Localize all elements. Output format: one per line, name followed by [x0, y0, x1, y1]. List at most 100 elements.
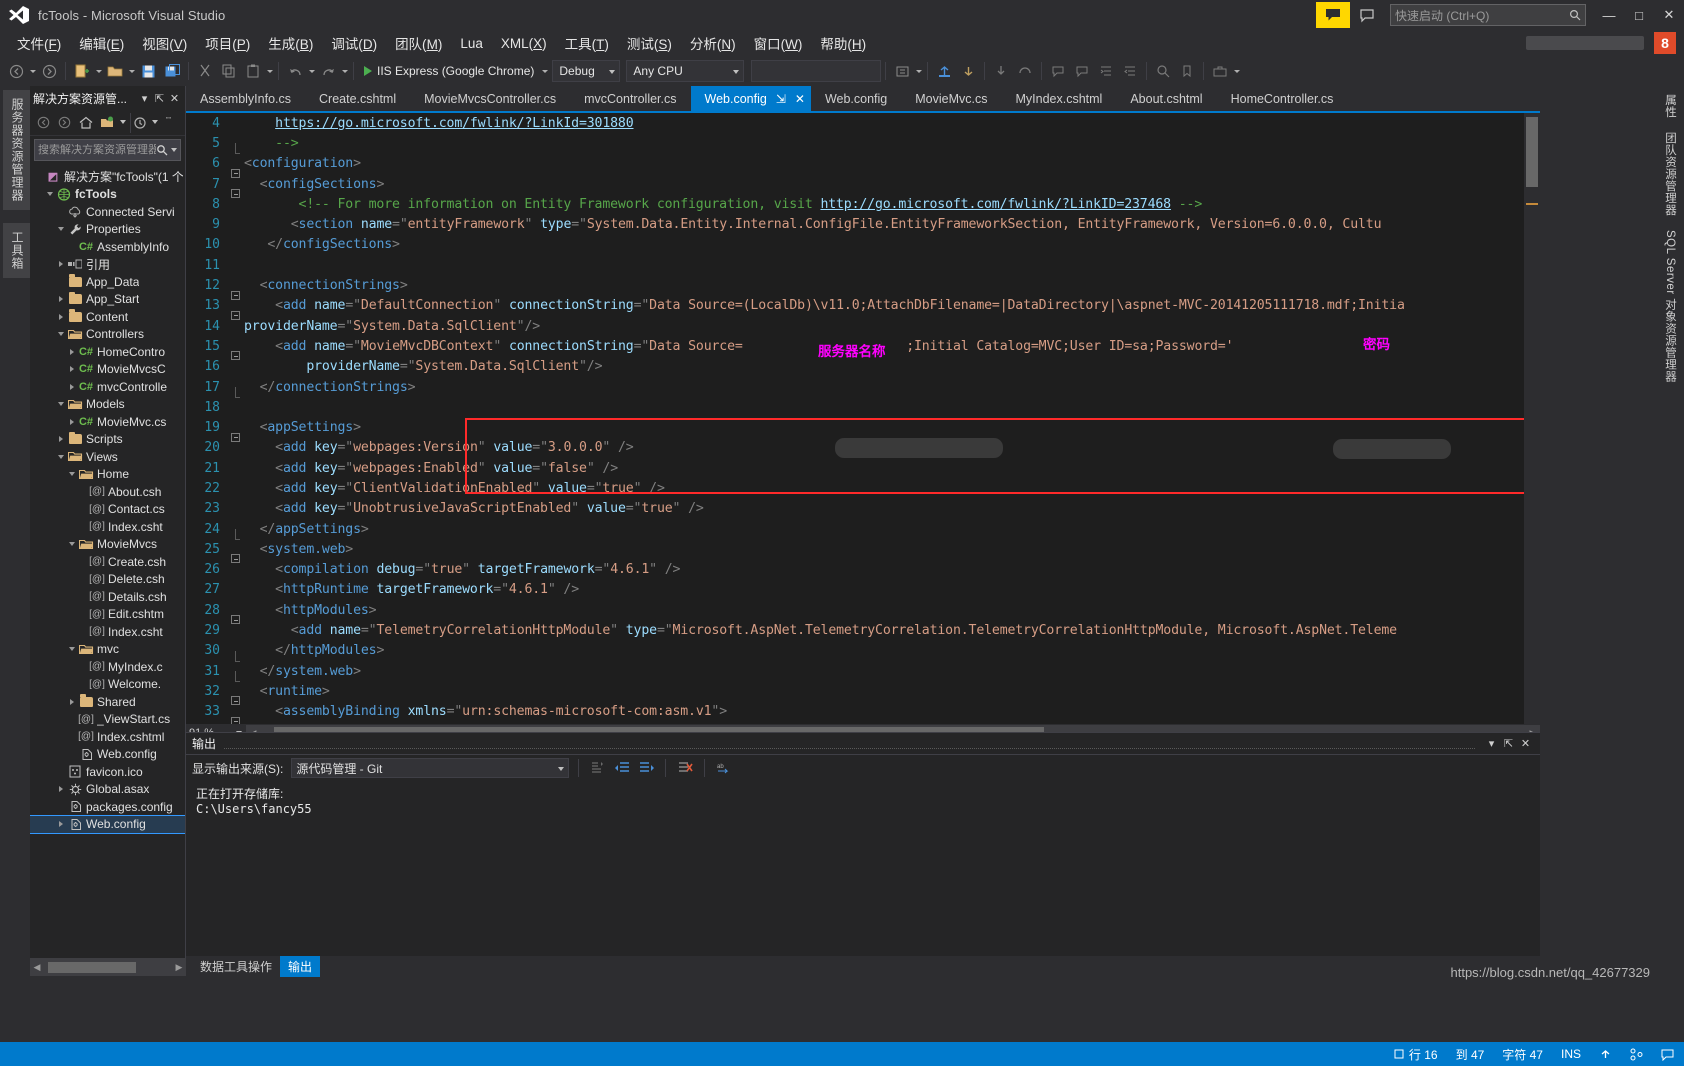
code-line[interactable]: 7 <configSections> [186, 174, 1524, 199]
pending-changes-dropdown-icon[interactable] [151, 113, 160, 133]
menu-item-13[interactable]: 帮助(H) [811, 30, 875, 56]
tree-expander-icon[interactable] [55, 332, 67, 336]
tree-node-26[interactable]: [@] Index.csht [30, 623, 185, 641]
close-icon[interactable]: ✕ [167, 92, 182, 105]
document-tab-1[interactable]: Create.cshtml [305, 86, 411, 111]
source-control-icon[interactable] [1630, 1048, 1643, 1061]
search-input[interactable] [38, 144, 156, 156]
open-file-icon[interactable] [104, 60, 126, 82]
send-feedback-icon[interactable] [1316, 2, 1350, 28]
close-icon[interactable]: ✕ [795, 92, 805, 106]
pending-changes-icon[interactable] [129, 112, 149, 133]
code-line[interactable]: 31 </system.web> [186, 661, 1524, 683]
document-tab-3[interactable]: mvcController.cs [570, 86, 691, 111]
tree-node-32[interactable]: [@] Index.cshtml [30, 728, 185, 746]
back-icon[interactable] [34, 113, 53, 133]
document-tab-4[interactable]: Web.config ⇲ ✕ [690, 86, 811, 111]
tree-node-31[interactable]: [@] _ViewStart.cs [30, 711, 185, 729]
tree-node-10[interactable]: C# HomeContro [30, 343, 185, 361]
tree-node-23[interactable]: [@] Delete.csh [30, 571, 185, 589]
notifications-status-icon[interactable] [1661, 1048, 1674, 1061]
properties-icon[interactable]: "" [162, 113, 181, 133]
menu-item-0[interactable]: 文件(F) [8, 30, 70, 56]
tree-node-15[interactable]: Scripts [30, 431, 185, 449]
start-debugging-button[interactable]: IIS Express (Google Chrome) [358, 60, 540, 82]
sync-dropdown-icon[interactable] [119, 113, 128, 133]
tree-expander-icon[interactable] [55, 436, 67, 442]
document-tab-9[interactable]: HomeController.cs [1216, 86, 1348, 111]
close-icon[interactable]: ✕ [1517, 737, 1534, 750]
uncomment-icon[interactable] [1071, 60, 1093, 82]
user-avatar[interactable]: 8 [1654, 32, 1676, 54]
tree-expander-icon[interactable] [66, 366, 78, 372]
tree-node-12[interactable]: C# mvcControlle [30, 378, 185, 396]
go-to-next-message-icon[interactable] [636, 758, 656, 778]
download-icon[interactable] [957, 60, 979, 82]
tree-expander-icon[interactable] [66, 384, 78, 390]
menu-item-4[interactable]: 生成(B) [259, 30, 322, 56]
redo-dropdown-icon[interactable] [340, 60, 349, 82]
forward-icon[interactable] [55, 113, 74, 133]
tree-node-16[interactable]: Views [30, 448, 185, 466]
code-line[interactable]: 9 <section name="entityFramework" type="… [186, 214, 1524, 234]
paste-dropdown-icon[interactable] [265, 60, 274, 82]
tree-expander-icon[interactable] [44, 192, 56, 196]
code-line[interactable]: 22 <add key="ClientValidationEnabled" va… [186, 478, 1524, 498]
code-line[interactable]: 27 <httpRuntime targetFramework="4.6.1" … [186, 580, 1524, 600]
code-line[interactable]: 18 [186, 397, 1524, 417]
publish-status-icon[interactable] [1599, 1048, 1612, 1061]
paste-icon[interactable] [242, 60, 264, 82]
outdent-icon[interactable] [1119, 60, 1141, 82]
attach-dropdown-icon[interactable] [914, 60, 923, 82]
tree-expander-icon[interactable] [55, 786, 67, 792]
tree-node-34[interactable]: favicon.ico [30, 763, 185, 781]
tree-node-35[interactable]: Global.asax [30, 781, 185, 799]
comment-icon[interactable] [1047, 60, 1069, 82]
close-button[interactable]: ✕ [1654, 0, 1684, 30]
tree-expander-icon[interactable] [55, 314, 67, 320]
save-icon[interactable] [137, 60, 159, 82]
new-project-icon[interactable] [71, 60, 93, 82]
code-line[interactable]: 29 <add name="TelemetryCorrelationHttpMo… [186, 620, 1524, 640]
navigate-back-dropdown-icon[interactable] [28, 60, 37, 82]
tree-node-8[interactable]: Content [30, 308, 185, 326]
code-line[interactable]: 25 <system.web> [186, 539, 1524, 564]
solution-configuration-combo[interactable]: Debug [552, 60, 621, 82]
tree-node-14[interactable]: C# MovieMvc.cs [30, 413, 185, 431]
right-rail-tab-1[interactable]: 团队资源管理器 [1657, 126, 1683, 222]
code-line[interactable]: 4 https://go.microsoft.com/fwlink/?LinkI… [186, 113, 1524, 133]
tree-node-29[interactable]: [@] Welcome. [30, 676, 185, 694]
menu-item-1[interactable]: 编辑(E) [70, 30, 133, 56]
minimize-button[interactable]: ― [1594, 0, 1624, 30]
code-line[interactable]: 28 <httpModules> [186, 600, 1524, 625]
code-line[interactable]: 8 <!-- For more information on Entity Fr… [186, 194, 1524, 214]
tree-node-2[interactable]: Connected Servi [30, 203, 185, 221]
document-tab-2[interactable]: MovieMvcsController.cs [410, 86, 571, 111]
attach-to-process-icon[interactable] [891, 60, 913, 82]
tree-node-9[interactable]: Controllers [30, 326, 185, 344]
tree-node-6[interactable]: App_Data [30, 273, 185, 291]
code-line[interactable]: 32 <runtime> [186, 681, 1524, 706]
tree-node-7[interactable]: App_Start [30, 291, 185, 309]
panel-menu-icon[interactable]: ▾ [137, 92, 152, 105]
pin-icon[interactable]: ⇱ [1500, 737, 1517, 750]
code-line[interactable]: 13 <add name="DefaultConnection" connect… [186, 296, 1524, 320]
left-rail-tab-0[interactable]: 服务器资源管理器 [3, 90, 32, 210]
code-line[interactable]: 26 <compilation debug="true" targetFrame… [186, 560, 1524, 580]
tree-node-1[interactable]: fcTools [30, 186, 185, 204]
tree-expander-icon[interactable] [66, 472, 78, 476]
code-line[interactable]: 21 <add key="webpages:Enabled" value="fa… [186, 458, 1524, 478]
tree-node-5[interactable]: 引用 [30, 256, 185, 274]
tree-node-22[interactable]: [@] Create.csh [30, 553, 185, 571]
tree-node-33[interactable]: Web.config [30, 746, 185, 764]
tree-expander-icon[interactable] [66, 647, 78, 651]
code-line[interactable]: 6 <configuration> [186, 154, 1524, 178]
scroll-left-icon[interactable]: ◀ [30, 962, 44, 973]
tree-expander-icon[interactable] [55, 455, 67, 459]
tree-node-37[interactable]: Web.config [30, 814, 185, 834]
code-line[interactable]: 17 </connectionStrings> [186, 377, 1524, 398]
menu-item-3[interactable]: 项目(P) [196, 30, 259, 56]
undo-icon[interactable] [284, 60, 306, 82]
menu-item-10[interactable]: 测试(S) [618, 30, 681, 56]
code-lines-container[interactable]: 4 https://go.microsoft.com/fwlink/?LinkI… [186, 113, 1524, 724]
